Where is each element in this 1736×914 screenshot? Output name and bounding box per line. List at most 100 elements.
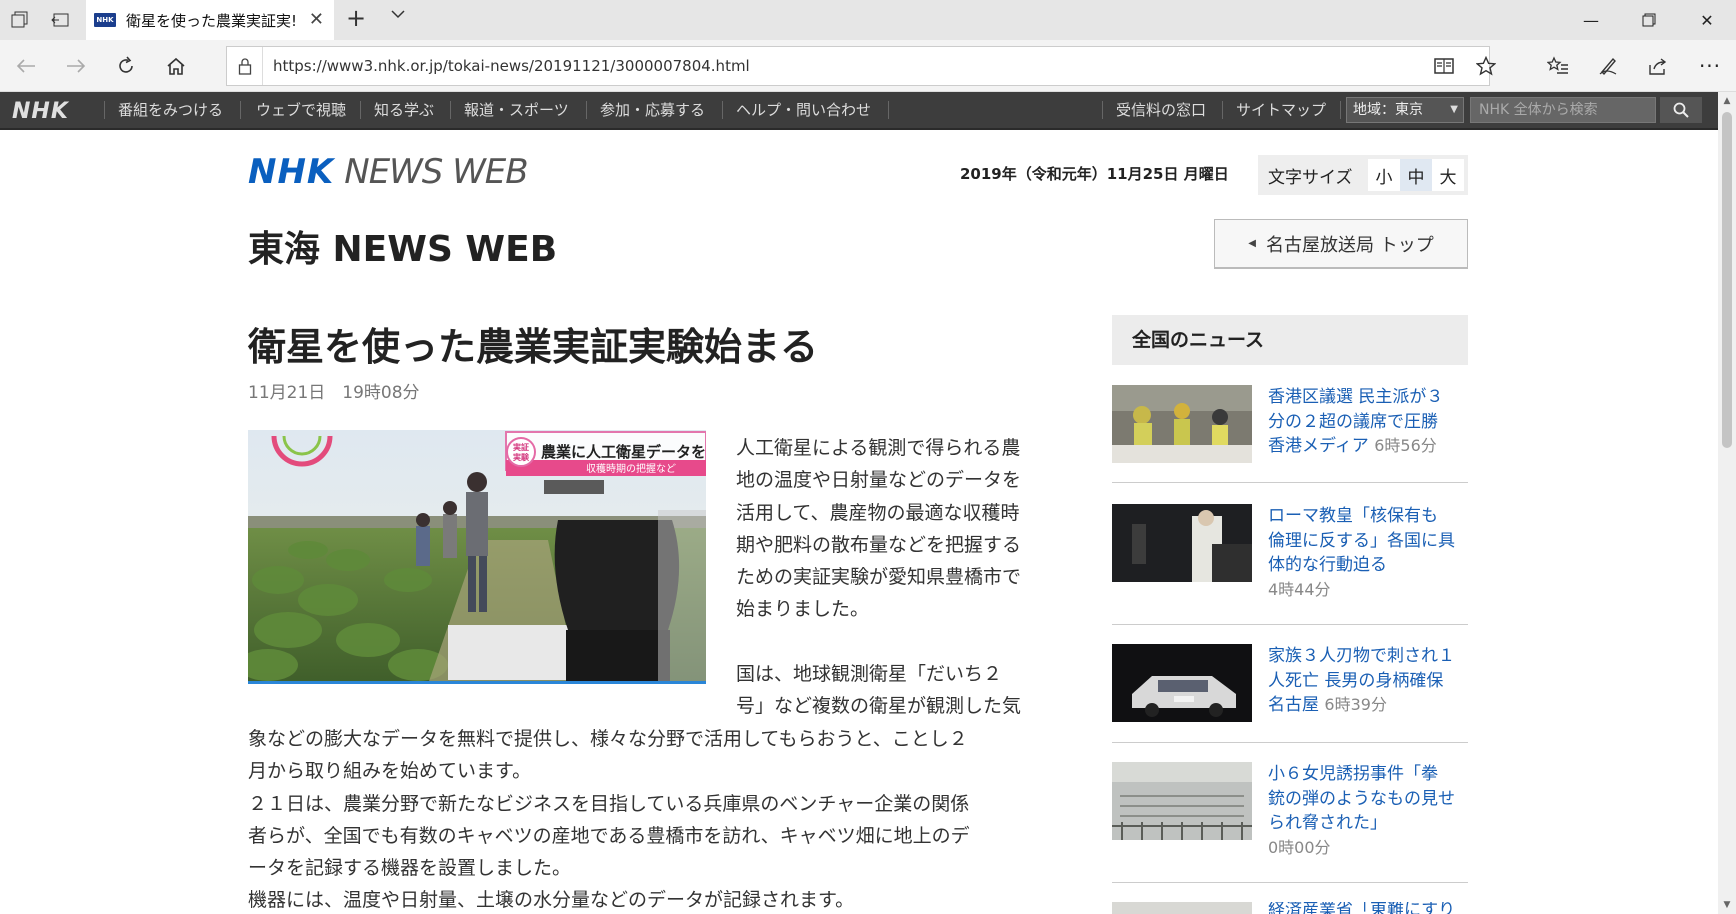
text-line: 小６女児誘拐事件「拳 — [1268, 764, 1438, 784]
nav-divider — [104, 101, 105, 119]
refresh-icon[interactable] — [106, 48, 146, 84]
nav-help-contact[interactable]: ヘルプ・問い合わせ — [736, 92, 871, 128]
news-thumbnail[interactable] — [1112, 644, 1252, 722]
text-line: 体的な行動迫る — [1268, 555, 1387, 575]
favorites-hub-icon[interactable] — [1538, 46, 1578, 86]
news-headline-link[interactable]: 小６女児誘拐事件「拳 銃の弾のようなもの見せ られ脅された」 0時00分 — [1268, 762, 1470, 860]
font-size-selector: 文字サイズ 小 中 大 — [1258, 155, 1468, 195]
home-icon[interactable] — [156, 48, 196, 84]
national-news-heading: 全国のニュース — [1112, 315, 1468, 365]
text-line: 期や肥料の散布量などを把握する — [736, 533, 1022, 556]
nav-participate[interactable]: 参加・応募する — [600, 92, 705, 128]
nav-learn[interactable]: 知る学ぶ — [374, 92, 434, 128]
text-line: 国は、地球観測衛星「だいち２ — [736, 663, 1003, 686]
news-thumbnail[interactable] — [1112, 762, 1252, 840]
scroll-up-icon[interactable]: ▲ — [1718, 92, 1736, 110]
set-aside-tabs-icon[interactable] — [40, 0, 80, 40]
region-select-label: 地域：東京 — [1353, 102, 1423, 118]
news-headline-link[interactable]: ローマ教皇「核保有も 倫理に反する」各国に具 体的な行動迫る 4時44分 — [1268, 504, 1470, 602]
nav-receiving-fee[interactable]: 受信料の窓口 — [1116, 92, 1206, 128]
tab-title: 衛星を使った農業実証実! — [126, 11, 298, 30]
minimize-icon[interactable]: — — [1562, 0, 1620, 40]
forward-arrow-icon[interactable] — [56, 48, 96, 84]
news-headline-link[interactable]: 香港区議選 民主派が３ 分の２超の議席で圧勝 香港メディア 6時56分 — [1268, 385, 1470, 459]
new-tab-icon[interactable]: + — [346, 4, 366, 32]
notes-pen-icon[interactable] — [1588, 46, 1628, 86]
nagoya-station-top-button[interactable]: ◀ 名古屋放送局 トップ — [1214, 219, 1468, 269]
restore-icon[interactable] — [1620, 0, 1678, 40]
browser-tab-active[interactable]: NHK 衛星を使った農業実証実! ✕ — [86, 0, 334, 40]
nav-find-programs[interactable]: 番組をみつける — [118, 92, 223, 128]
caret-down-icon: ▼ — [1450, 104, 1458, 115]
news-divider — [1112, 742, 1468, 743]
tab-actions-icon[interactable] — [0, 0, 40, 40]
font-size-medium-button[interactable]: 中 — [1400, 159, 1432, 191]
text-line: 経済産業省「東難にすり — [1268, 902, 1456, 914]
nav-divider — [722, 101, 723, 119]
nhk-search-input[interactable]: NHK 全体から検索 — [1470, 97, 1656, 123]
nav-news-sports[interactable]: 報道・スポーツ — [464, 92, 569, 128]
lock-icon[interactable] — [227, 47, 263, 85]
article-paragraph-2-cont: 象などの膨大なデータを無料で提供し、様々な分野で活用してもらおうと、ことし２ 月… — [248, 723, 1060, 788]
text-line: 銃の弾のようなもの見せ — [1268, 788, 1455, 809]
text-line: 倫理に反する」各国に具 — [1268, 530, 1455, 551]
font-size-large-button[interactable]: 大 — [1432, 159, 1464, 191]
image-caption-sub: 収穫時期の把握など — [586, 462, 676, 475]
news-list-item[interactable]: 小６女児誘拐事件「拳 銃の弾のようなもの見せ られ脅された」 0時00分 — [1112, 762, 1468, 857]
current-date: 2019年（令和元年）11月25日 月曜日 — [960, 165, 1229, 183]
url-field[interactable]: https://www3.nhk.or.jp/tokai-news/201911… — [226, 46, 1490, 86]
favorite-star-icon[interactable] — [1466, 46, 1506, 86]
news-thumbnail[interactable] — [1112, 385, 1252, 463]
news-divider — [1112, 882, 1468, 883]
news-list-item[interactable]: ローマ教皇「核保有も 倫理に反する」各国に具 体的な行動迫る 4時44分 — [1112, 504, 1468, 599]
nhk-nav-logo[interactable]: NHK — [12, 99, 69, 124]
nav-sitemap[interactable]: サイトマップ — [1236, 92, 1326, 128]
page-scrollbar[interactable]: ▲ ▼ — [1718, 92, 1736, 914]
nav-divider — [360, 101, 361, 119]
station-button-label: 名古屋放送局 トップ — [1265, 234, 1434, 256]
image-caption-title: 農業に人工衛星データを — [541, 443, 706, 461]
text-line: 活用して、農産物の最適な収穫時 — [736, 501, 1020, 524]
reading-view-icon[interactable] — [1424, 46, 1464, 86]
nav-watch-web[interactable]: ウェブで視聴 — [256, 92, 346, 128]
text-line: 月から取り組みを始めています。 — [248, 760, 532, 783]
news-list-item[interactable]: 香港区議選 民主派が３ 分の２超の議席で圧勝 香港メディア 6時56分 — [1112, 385, 1468, 463]
news-list-item[interactable]: 家族３人刃物で刺され１ 人死亡 長男の身柄確保 名古屋 6時39分 — [1112, 644, 1468, 722]
font-size-small-button[interactable]: 小 — [1368, 159, 1400, 191]
news-headline-link[interactable]: 経済産業省「東難にすり — [1268, 902, 1468, 914]
text-line: 人工衛星による観測で得られる農 — [736, 437, 1021, 459]
text-line: ２１日は、農業分野で新たなビジネスを目指している兵庫県のベンチャー企業の関係 — [248, 792, 970, 815]
tab-close-icon[interactable]: ✕ — [309, 9, 324, 30]
nhk-news-web-logo[interactable]: NHK NEWS WEB — [248, 152, 529, 192]
article-paragraph-3: ２１日は、農業分野で新たなビジネスを目指している兵庫県のベンチャー企業の関係 者… — [248, 788, 1060, 885]
news-list-item[interactable]: 経済産業省「東難にすり — [1112, 902, 1468, 914]
search-icon — [1673, 102, 1689, 118]
text-line: 地の温度や日射量などのデータを — [736, 469, 1022, 492]
article-paragraph-2-start: 国は、地球観測衛星「だいち２ 号」など複数の衛星が観測した気 — [736, 658, 1058, 723]
nhk-global-nav: NHK 番組をみつける ウェブで視聴 知る学ぶ 報道・スポーツ 参加・応募する … — [0, 92, 1718, 130]
article-body-wrapped: 人工衛星による観測で得られる農 地の温度や日射量などのデータを 活用して、農産物… — [736, 432, 1058, 723]
nav-divider — [586, 101, 587, 119]
url-text: https://www3.nhk.or.jp/tokai-news/201911… — [273, 57, 750, 75]
article-body-full: 象などの膨大なデータを無料で提供し、様々な分野で活用してもらおうと、ことし２ 月… — [248, 723, 1060, 914]
news-divider — [1112, 624, 1468, 625]
scrollbar-thumb[interactable] — [1722, 112, 1732, 448]
text-line: ための実証実験が愛知県豊橋市で — [736, 566, 1022, 589]
back-arrow-icon[interactable] — [6, 48, 46, 84]
search-button[interactable] — [1660, 97, 1702, 123]
article-date: 11月21日 19時08分 — [248, 383, 420, 403]
nav-divider — [1102, 101, 1103, 119]
nav-divider — [888, 101, 889, 119]
caption-badge-line2: 実験 — [513, 452, 530, 462]
text-line: 人死亡 長男の身柄確保 — [1268, 670, 1444, 691]
news-headline-link[interactable]: 家族３人刃物で刺され１ 人死亡 長男の身柄確保 名古屋 6時39分 — [1268, 644, 1470, 718]
scroll-down-icon[interactable]: ▼ — [1718, 896, 1736, 914]
share-icon[interactable] — [1638, 46, 1678, 86]
tab-list-chevron-icon[interactable] — [390, 6, 406, 26]
news-thumbnail[interactable] — [1112, 902, 1252, 914]
more-menu-icon[interactable]: ··· — [1690, 46, 1730, 86]
window-close-icon[interactable]: ✕ — [1678, 0, 1736, 40]
region-select[interactable]: 地域：東京 ▼ — [1346, 97, 1464, 123]
news-thumbnail[interactable] — [1112, 504, 1252, 582]
text-line: 分の２超の議席で圧勝 — [1268, 411, 1438, 432]
